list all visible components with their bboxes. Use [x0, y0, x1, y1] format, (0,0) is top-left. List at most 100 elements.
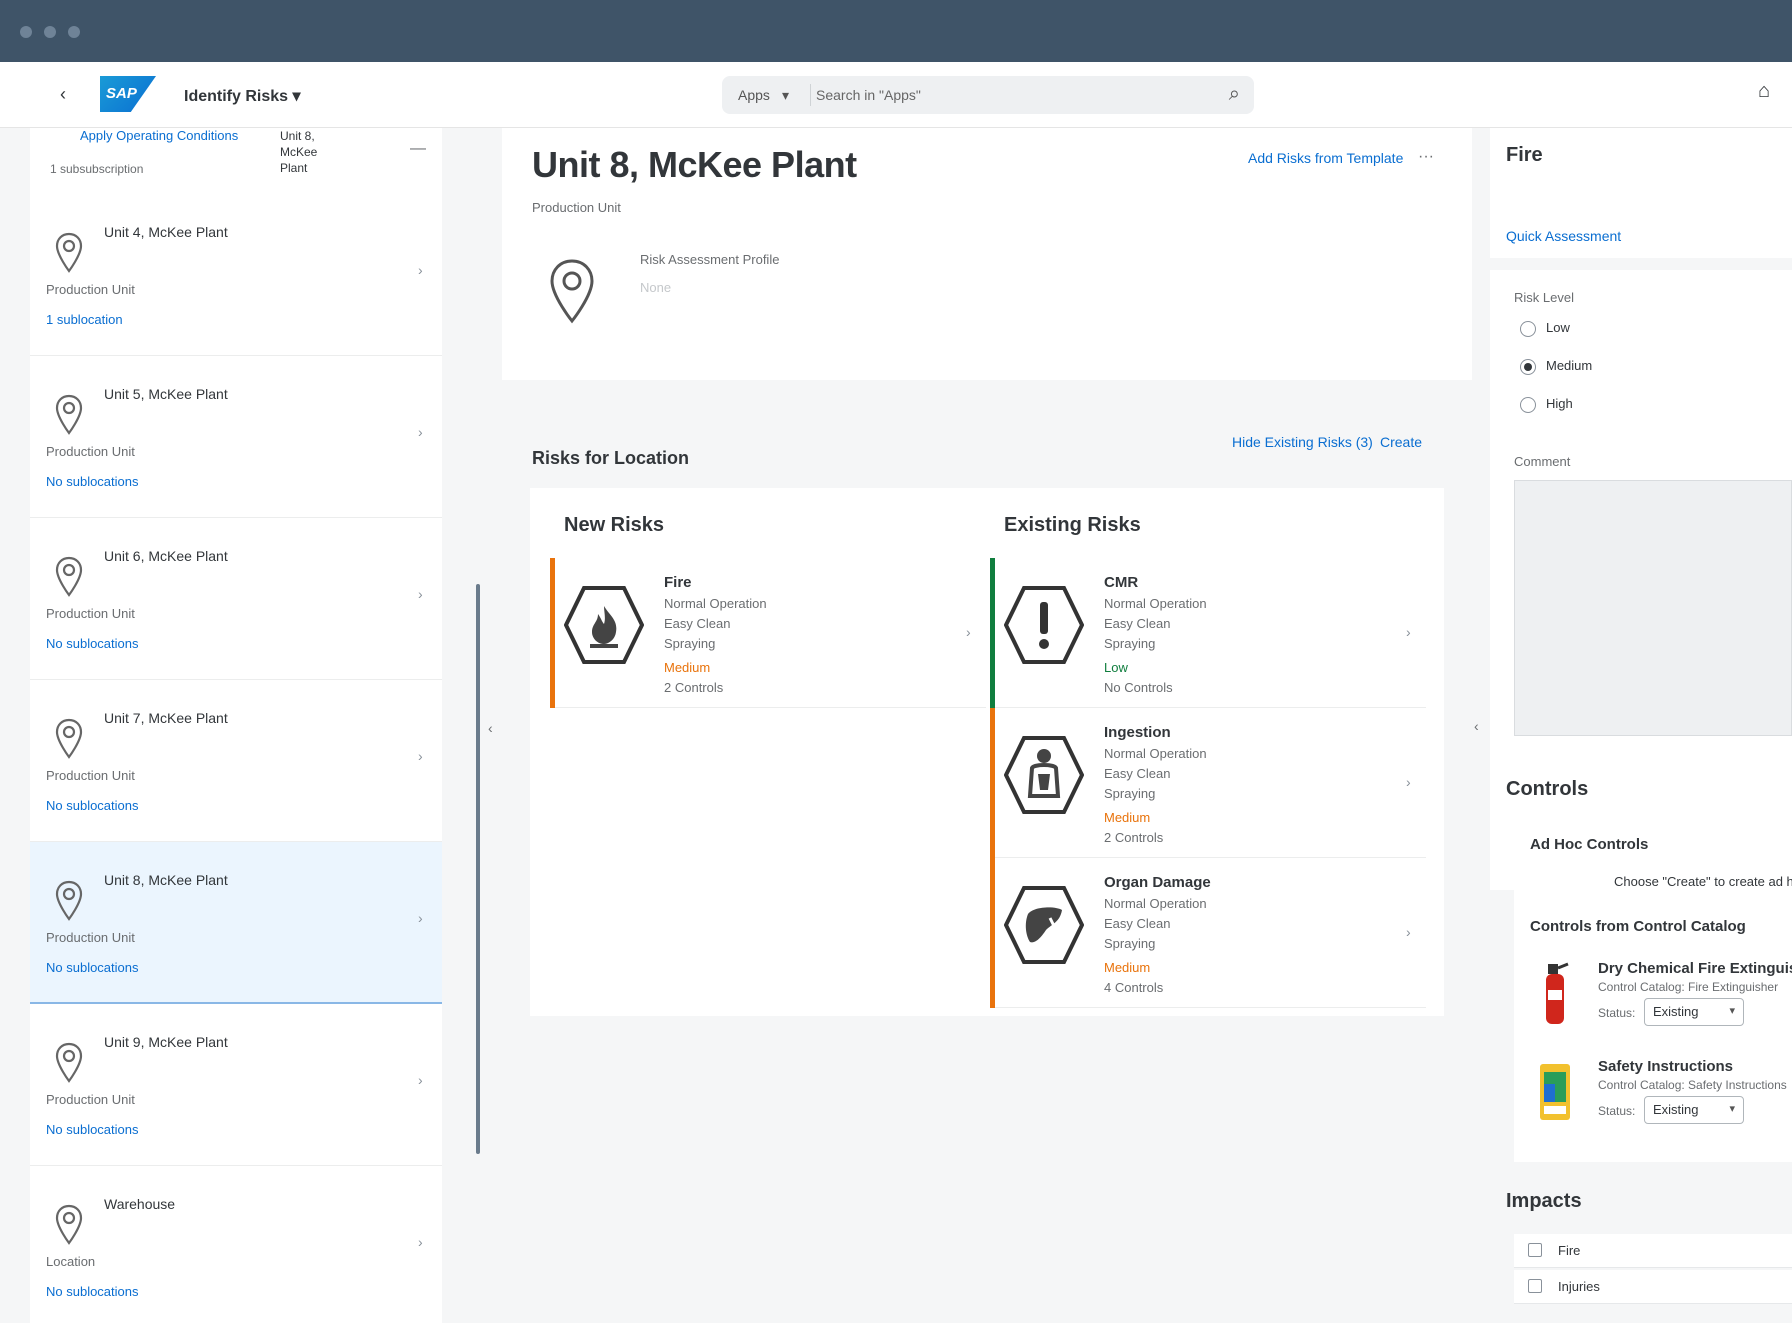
shell-bar: ‹ SAP Identify Risks ▾ Apps ▾ Search in … [0, 62, 1792, 128]
app-title-menu[interactable]: Identify Risks ▾ [184, 86, 301, 106]
chevron-right-icon[interactable]: › [1406, 924, 1411, 940]
status-value: Existing [1653, 1004, 1699, 1019]
sublocations-link[interactable]: 1 sublocation [46, 312, 123, 327]
impact-checkbox[interactable] [1528, 1243, 1542, 1257]
detail-title: Fire [1506, 144, 1543, 166]
back-arrow-icon[interactable]: ‹ [60, 84, 66, 105]
sublocations-link[interactable]: No sublocations [46, 1122, 139, 1137]
collapse-left-icon[interactable]: ‹ [488, 720, 493, 736]
risk-condition: Normal Operation [1104, 896, 1207, 911]
location-list-item[interactable]: Unit 7, McKee Plant Production Unit No sub… [30, 680, 442, 842]
apply-conditions-link[interactable]: Apply Operating Conditions [80, 128, 238, 143]
location-sub-text: 1 subsubscription [50, 162, 144, 176]
app-window: ‹ SAP Identify Risks ▾ Apps ▾ Search in … [0, 0, 1792, 1323]
impact-item[interactable]: Fire [1514, 1234, 1792, 1268]
risks-card: New Risks Existing Risks Fire Normal Oper… [530, 488, 1444, 1016]
chevron-right-icon[interactable]: › [418, 1234, 423, 1250]
location-path-text: Unit 8, McKee Plant [280, 129, 318, 175]
risk-level-label: Risk Level [1514, 290, 1574, 305]
catalog-control-item[interactable]: Dry Chemical Fire Extinguisher Control Ca… [1514, 960, 1792, 1056]
location-list-item[interactable]: Unit 9, McKee Plant Production Unit No sub… [30, 1004, 442, 1166]
risk-list-item[interactable]: Ingestion Normal Operation Easy Clean Spray… [990, 708, 1426, 858]
chevron-right-icon[interactable]: › [418, 1072, 423, 1088]
risk-level-text: Medium [1104, 810, 1151, 825]
location-name: Warehouse [104, 1196, 176, 1212]
status-value: Existing [1653, 1102, 1699, 1117]
location-name: Unit 7, McKee Plant [104, 710, 228, 726]
adhoc-hint: Choose "Create" to create ad hoc [1614, 874, 1792, 889]
search-field[interactable]: Apps ▾ Search in "Apps" ⌕ [722, 76, 1254, 114]
chevron-right-icon[interactable]: › [966, 624, 971, 640]
scope-dropdown-icon[interactable]: ▾ [782, 87, 789, 104]
location-list-item[interactable]: Unit 6, McKee Plant Production Unit No sub… [30, 518, 442, 680]
window-minimize-dot[interactable] [44, 26, 56, 38]
location-name: Unit 8, McKee Plant [104, 872, 228, 888]
status-select[interactable]: Existing ▾ [1644, 1096, 1744, 1124]
main-content: Unit 8, McKee Plant Production Unit Add … [502, 128, 1472, 1323]
risk-condition: Normal Operation [664, 596, 767, 611]
existing-risks-title: Existing Risks [1004, 514, 1141, 536]
radio-label: Low [1546, 320, 1570, 335]
quick-assessment-tab[interactable]: Quick Assessment [1506, 228, 1621, 244]
chevron-right-icon[interactable]: › [418, 748, 423, 764]
profile-label: Risk Assessment Profile [640, 252, 780, 267]
panel-splitter[interactable] [476, 584, 480, 1154]
location-list-item[interactable]: Unit 4, McKee Plant Production Unit 1 subl… [30, 194, 442, 356]
window-maximize-dot[interactable] [68, 26, 80, 38]
location-pin-icon [54, 232, 84, 279]
search-input[interactable]: Search in "Apps" [816, 87, 921, 103]
location-list-item[interactable]: Unit 8, McKee Plant Production Unit No sub… [30, 842, 442, 1004]
risk-level-option[interactable]: Low [1520, 320, 1570, 337]
status-select[interactable]: Existing ▾ [1644, 998, 1744, 1026]
risk-level-option[interactable]: High [1520, 396, 1573, 413]
create-risk-link[interactable]: Create [1380, 434, 1422, 450]
risk-list-item[interactable]: CMR Normal Operation Easy Clean Spraying Low… [990, 558, 1426, 708]
risk-condition: Normal Operation [1104, 596, 1207, 611]
controls-card: Ad Hoc Controls Choose "Create" to creat… [1514, 822, 1792, 1162]
hide-existing-risks-link[interactable]: Hide Existing Risks (3) [1232, 434, 1373, 450]
home-icon[interactable]: ⌂ [1758, 80, 1770, 103]
impact-checkbox[interactable] [1528, 1279, 1542, 1293]
chevron-right-icon[interactable]: › [1406, 624, 1411, 640]
search-scope[interactable]: Apps [738, 87, 770, 103]
radio-button[interactable] [1520, 396, 1536, 413]
sublocations-link[interactable]: No sublocations [46, 636, 139, 651]
catalog-control-item[interactable]: Safety Instructions Control Catalog: Safe… [1514, 1058, 1792, 1154]
sublocations-link[interactable]: No sublocations [46, 1284, 139, 1299]
chevron-right-icon[interactable]: › [1406, 774, 1411, 790]
more-actions-button[interactable]: ··· [1418, 148, 1434, 166]
chevron-right-icon[interactable]: › [418, 586, 423, 602]
chevron-right-icon[interactable]: › [418, 262, 423, 278]
risk-level-bar [550, 558, 555, 708]
search-icon[interactable]: ⌕ [1229, 83, 1240, 106]
radio-button[interactable] [1520, 358, 1536, 375]
sublocations-link[interactable]: No sublocations [46, 474, 139, 489]
risk-controls-count: 4 Controls [1104, 980, 1164, 995]
sublocations-link[interactable]: No sublocations [46, 960, 139, 975]
control-category: Control Catalog: Fire Extinguisher [1598, 980, 1779, 994]
catalog-controls-title: Controls from Control Catalog [1530, 918, 1746, 935]
control-name: Safety Instructions [1598, 1058, 1734, 1075]
window-close-dot[interactable] [20, 26, 32, 38]
comment-textarea[interactable] [1514, 480, 1792, 736]
collapse-right-icon[interactable]: ‹ [1474, 718, 1479, 734]
risk-level-option[interactable]: Medium [1520, 358, 1592, 375]
more-icon[interactable]: — [410, 140, 426, 158]
risk-detail-panel: Fire Quick Assessment Risk Level Low Medi… [1490, 128, 1792, 1323]
sap-logo[interactable]: SAP [100, 76, 156, 112]
sublocations-link[interactable]: No sublocations [46, 798, 139, 813]
impact-item[interactable]: Injuries [1514, 1270, 1792, 1304]
chevron-right-icon[interactable]: › [418, 910, 423, 926]
risk-name: CMR [1104, 574, 1139, 591]
exclamation-icon [1003, 580, 1085, 675]
location-type: Production Unit [46, 606, 135, 621]
location-list-item[interactable]: Unit 5, McKee Plant Production Unit No sub… [30, 356, 442, 518]
risk-list-item[interactable]: Organ Damage Normal Operation Easy Clean Sp… [990, 858, 1426, 1008]
chevron-right-icon[interactable]: › [418, 424, 423, 440]
risk-list-item[interactable]: Fire Normal Operation Easy Clean Spraying Me… [550, 558, 986, 708]
radio-label: Medium [1546, 358, 1593, 373]
add-risks-from-template-link[interactable]: Add Risks from Template [1248, 150, 1403, 166]
new-risks-title: New Risks [564, 514, 665, 536]
location-list-item[interactable]: Warehouse Location No sublocations › [30, 1166, 442, 1323]
radio-button[interactable] [1520, 320, 1536, 337]
